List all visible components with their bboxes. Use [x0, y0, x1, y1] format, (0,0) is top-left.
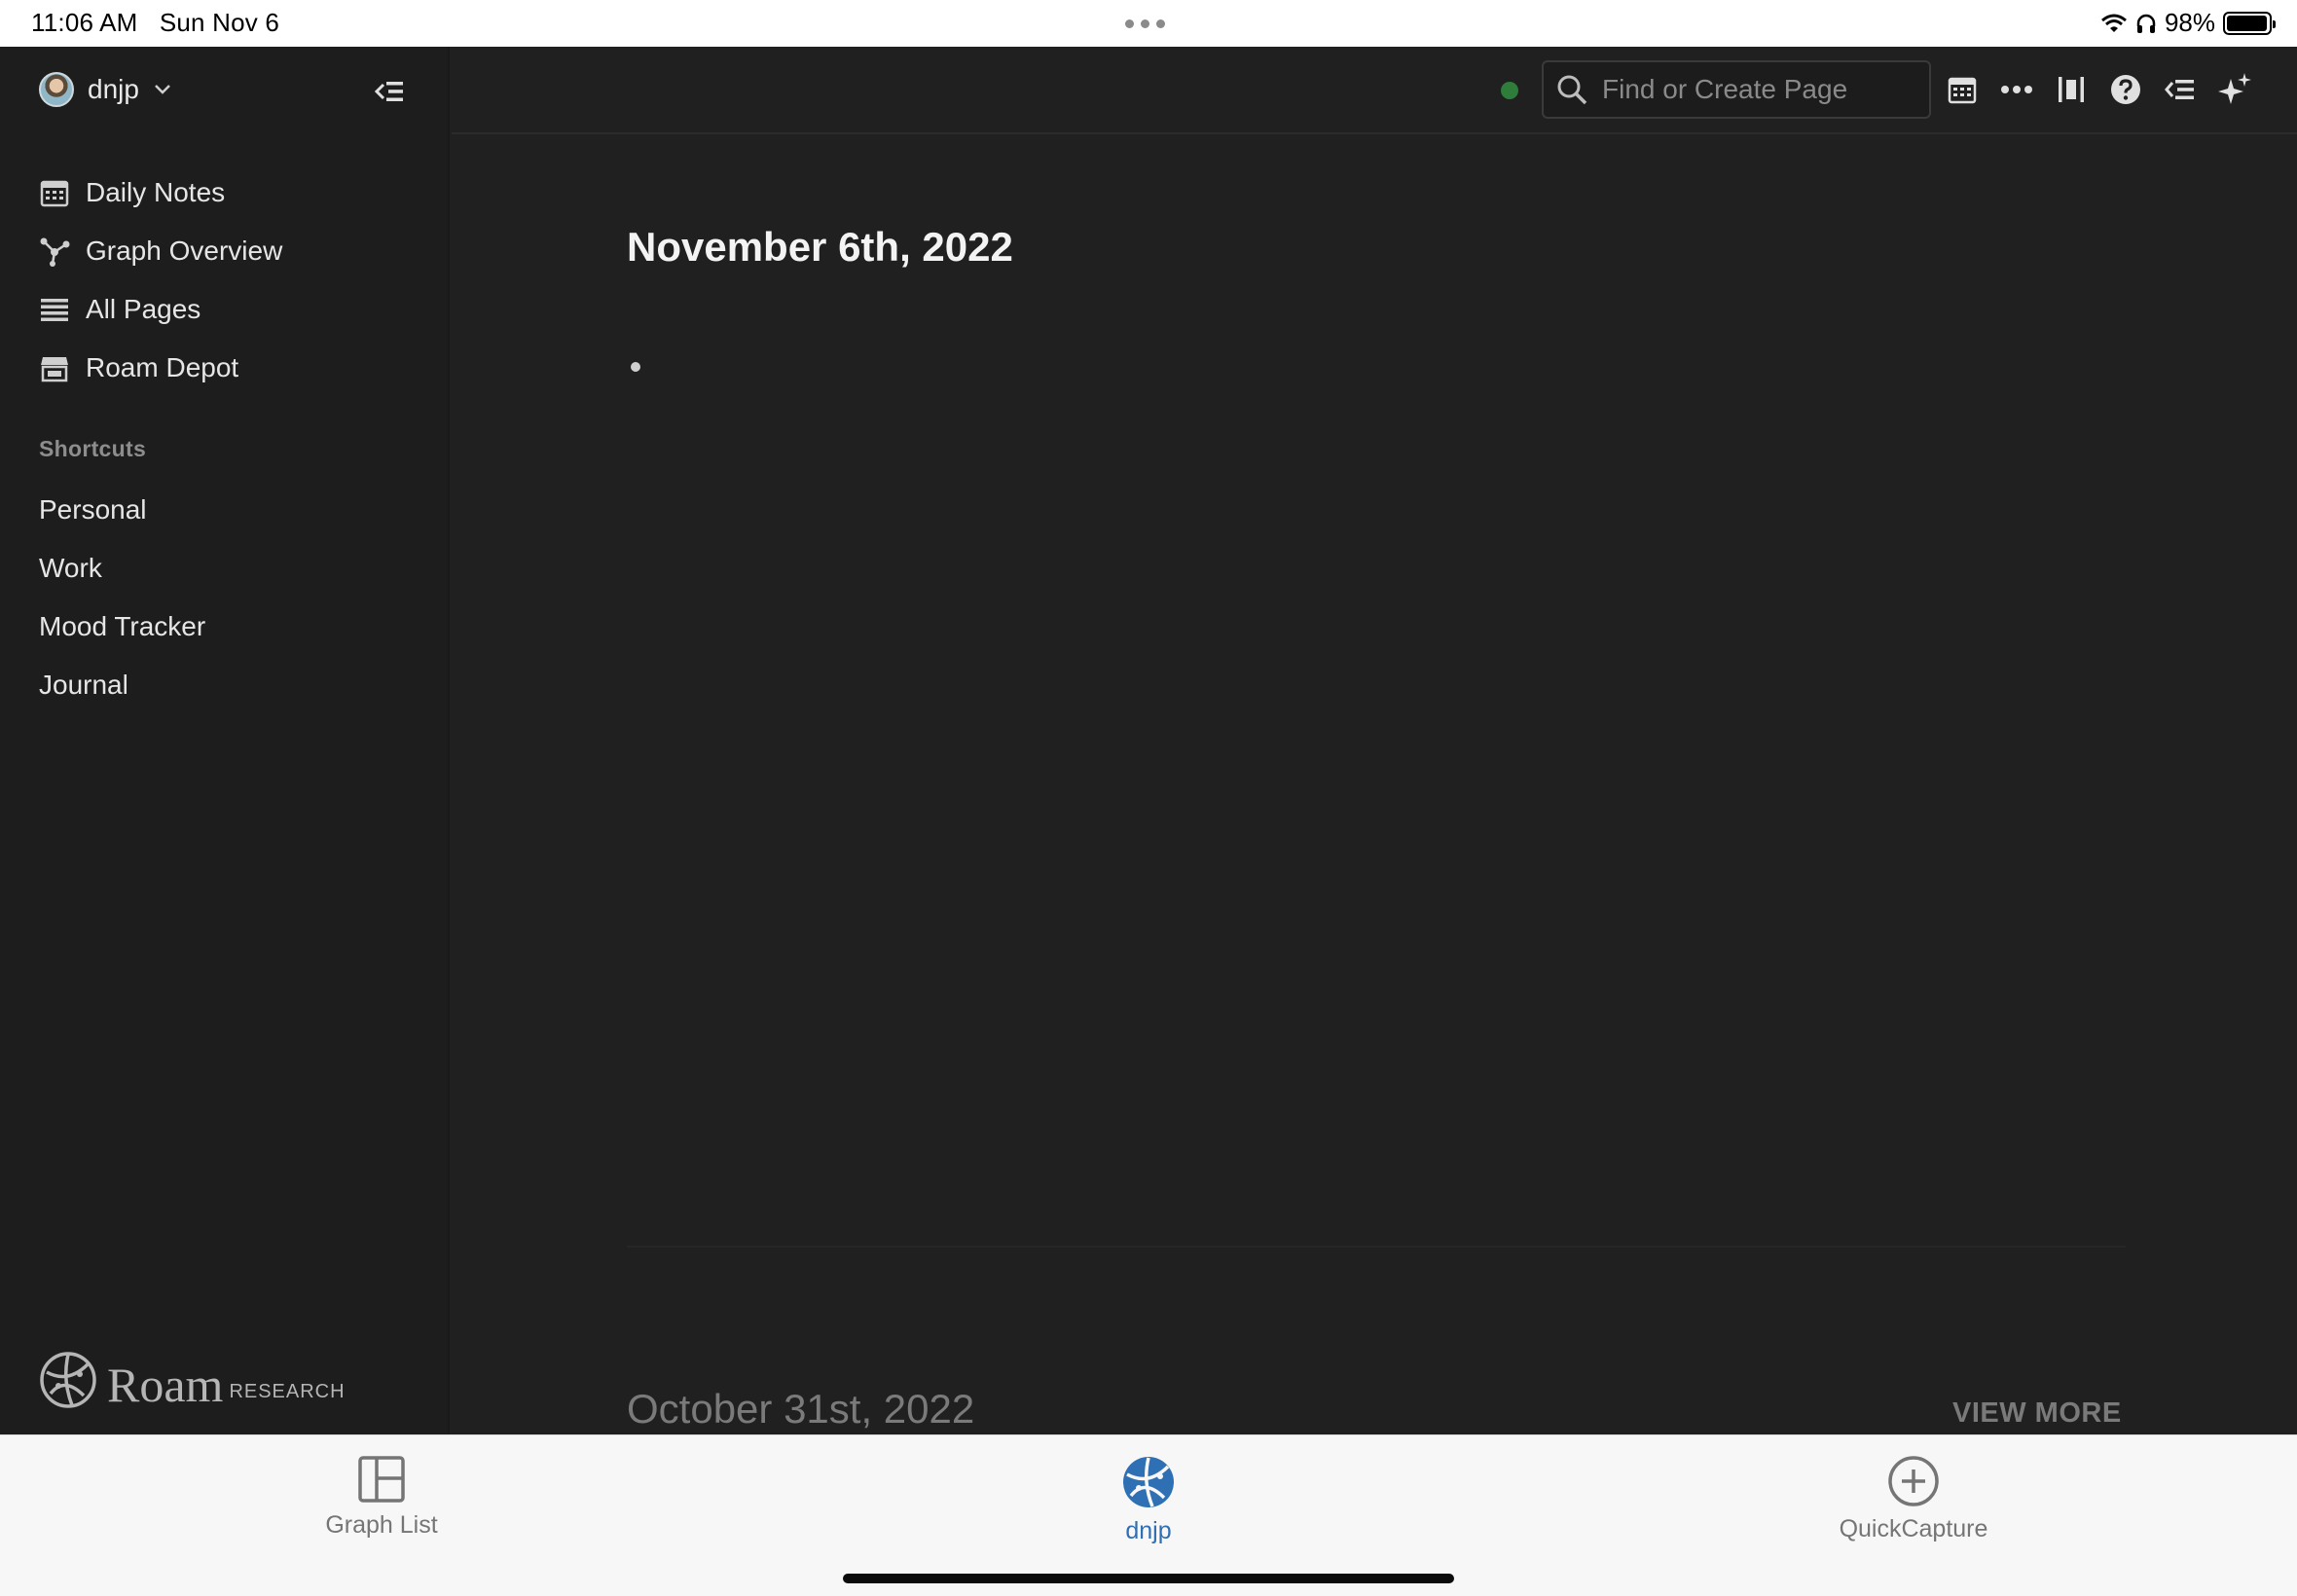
status-time: 11:06 AM Sun Nov 6: [31, 8, 280, 37]
left-sidebar: dnjp Daily Notes Graph Overview All Page…: [0, 47, 450, 1434]
tab-quickcapture[interactable]: QuickCapture: [1806, 1455, 2021, 1543]
battery-percent: 98%: [2164, 8, 2215, 37]
outline-button[interactable]: [2161, 64, 2200, 115]
shortcut-mood-tracker[interactable]: Mood Tracker: [39, 598, 205, 656]
previous-page-title[interactable]: October 31st, 2022: [627, 1386, 974, 1433]
sidebar-item-graph-overview[interactable]: Graph Overview: [39, 222, 282, 280]
daily-notes-button[interactable]: [1943, 64, 1982, 115]
right-sidebar-button[interactable]: [2052, 64, 2091, 115]
outline-icon: [2165, 80, 2194, 99]
layout-icon: [358, 1456, 405, 1503]
shortcut-journal[interactable]: Journal: [39, 656, 205, 714]
sidebar-item-roam-depot[interactable]: Roam Depot: [39, 339, 282, 397]
page-title[interactable]: November 6th, 2022: [627, 224, 1013, 271]
status-bar: 11:06 AM Sun Nov 6 98%: [0, 0, 2297, 47]
tab-label: Graph List: [325, 1511, 438, 1539]
main-content: November 6th, 2022 October 31st, 2022 VI…: [452, 136, 2297, 1434]
wifi-icon: [2100, 14, 2127, 32]
page-divider: [627, 1246, 2126, 1248]
more-icon: [2001, 86, 2032, 93]
help-icon: [2111, 75, 2140, 104]
collapse-sidebar-button[interactable]: [370, 72, 409, 111]
sidebar-item-label: All Pages: [86, 294, 201, 324]
bottom-tab-bar: Graph List dnjp QuickCapture: [0, 1434, 2297, 1596]
roam-logo-word: Roam: [107, 1358, 224, 1412]
sidebar-item-label: Graph Overview: [86, 236, 283, 266]
shortcut-personal[interactable]: Personal: [39, 481, 205, 539]
sidebar-nav: Daily Notes Graph Overview All Pages Roa…: [39, 163, 282, 397]
graph-icon: [39, 236, 70, 267]
sidebar-item-daily-notes[interactable]: Daily Notes: [39, 163, 282, 222]
sidebar-icon: [2059, 77, 2084, 102]
chevron-down-icon: [155, 85, 170, 94]
graph-name: dnjp: [88, 74, 139, 104]
help-button[interactable]: [2106, 64, 2145, 115]
search-input[interactable]: [1602, 74, 1914, 105]
home-indicator[interactable]: [843, 1574, 1454, 1583]
top-bar: [452, 47, 2297, 134]
empty-block-bullet[interactable]: [631, 362, 640, 372]
multitasking-dots[interactable]: [1125, 19, 1165, 28]
sidebar-item-label: Roam Depot: [86, 352, 239, 382]
toolbar-icons: [1943, 64, 2254, 115]
calendar-icon: [1948, 77, 1977, 104]
headphones-icon: [2136, 14, 2156, 33]
list-icon: [39, 294, 70, 325]
search-box[interactable]: [1542, 60, 1931, 119]
tab-graph-list[interactable]: Graph List: [274, 1455, 489, 1540]
tab-label: QuickCapture: [1839, 1515, 1988, 1542]
battery-icon: [2223, 11, 2276, 35]
calendar-icon: [39, 177, 70, 208]
view-more-button[interactable]: VIEW MORE: [1952, 1397, 2122, 1430]
sidebar-item-all-pages[interactable]: All Pages: [39, 280, 282, 339]
tab-dnjp[interactable]: dnjp: [1041, 1455, 1256, 1545]
roam-logo-icon: [40, 1352, 96, 1408]
avatar: [39, 72, 74, 107]
roam-logo-sub: RESEARCH: [229, 1381, 346, 1402]
plus-circle-icon: [1888, 1456, 1939, 1506]
graph-switcher[interactable]: dnjp: [39, 68, 172, 111]
shortcut-work[interactable]: Work: [39, 539, 205, 598]
sidebar-item-label: Daily Notes: [86, 177, 226, 207]
tab-label: dnjp: [1125, 1517, 1172, 1544]
collapse-sidebar-icon: [374, 82, 403, 101]
graph-logo-icon: [1123, 1457, 1174, 1507]
roam-logo: Roam RESEARCH: [39, 1351, 346, 1409]
sparkle-icon: [2218, 73, 2251, 104]
store-icon: [39, 352, 70, 383]
more-button[interactable]: [1997, 64, 2036, 115]
sync-status-indicator: [1501, 82, 1518, 99]
status-indicators: 98%: [2100, 8, 2276, 38]
shortcuts-list: Personal Work Mood Tracker Journal: [39, 481, 205, 714]
ai-button[interactable]: [2215, 64, 2254, 115]
shortcuts-heading: Shortcuts: [39, 436, 147, 461]
search-icon: [1557, 75, 1587, 105]
